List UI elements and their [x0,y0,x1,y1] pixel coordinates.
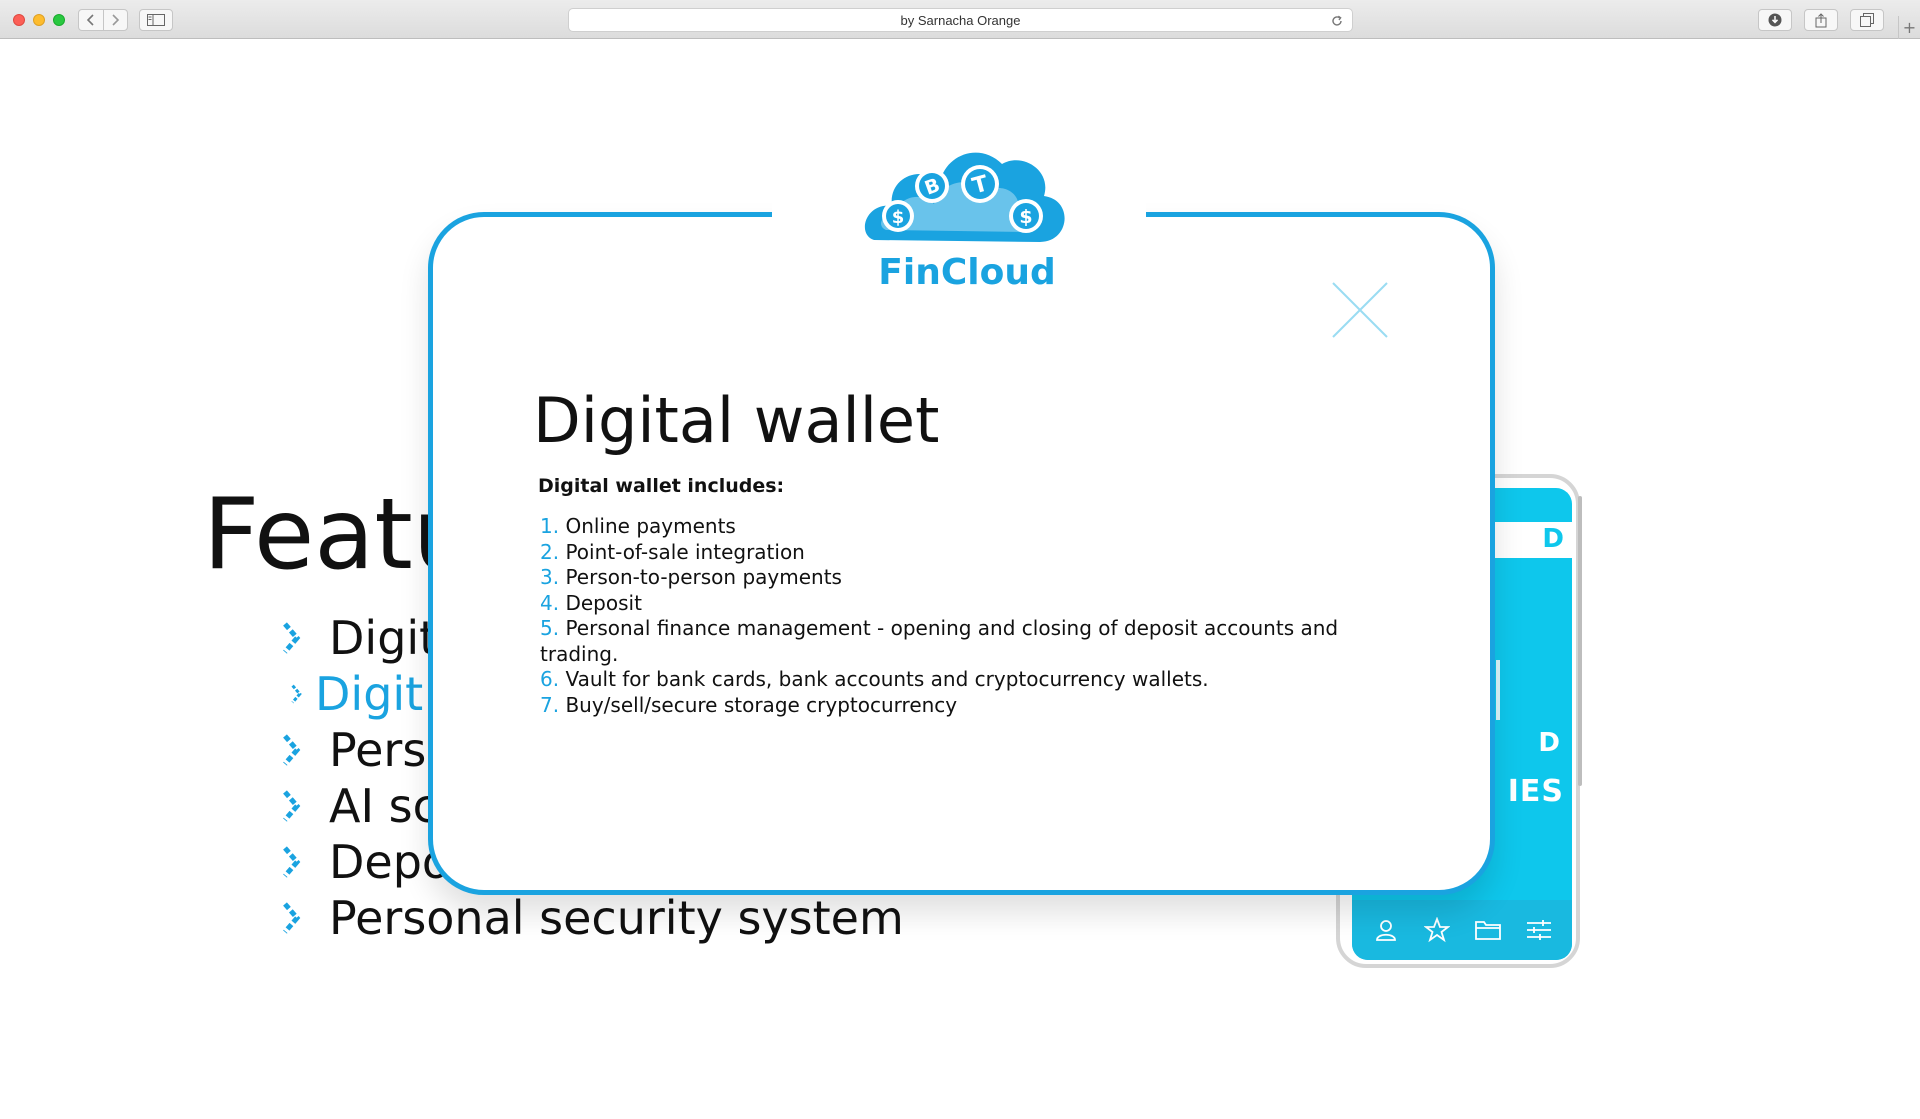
feature-label: Personal security system [329,891,904,945]
chevron-left-icon [86,14,94,26]
phone-caption: IES [1507,774,1564,809]
sidebar-toggle-button[interactable] [139,9,173,31]
list-text: Personal finance management - opening an… [540,616,1339,666]
list-number: 7. [540,692,560,717]
feature-label: Digit [315,667,424,721]
feature-detail-list: 1. Online payments 2. Point-of-sale inte… [540,514,1380,718]
list-text: Person-to-person payments [565,565,842,589]
phone-tab-user[interactable] [1372,916,1400,944]
modal-subtitle: Digital wallet includes: [538,475,785,497]
phone-tab-favorites[interactable] [1423,916,1451,944]
list-item: 4. Deposit [540,591,1380,617]
chevron-right-icon [283,846,301,878]
feature-item[interactable]: Depo [275,834,450,890]
feature-item-active[interactable]: Digit [289,666,423,722]
reload-icon [1332,15,1342,26]
share-button[interactable] [1804,9,1838,31]
feature-label: Digit [329,611,438,665]
reload-button[interactable] [1330,13,1344,32]
fincloud-logo-icon: $ B T $ [864,152,1065,242]
brand-name: FinCloud [878,252,1056,293]
modal-close-button[interactable] [1330,280,1390,340]
address-bar[interactable]: by Sarnacha Orange [568,8,1353,32]
list-text: Deposit [559,590,642,615]
close-icon [1332,282,1388,338]
list-number: 6. [540,667,560,691]
chevron-right-icon [283,790,301,822]
logo-coin-4: $ [1019,206,1032,228]
list-number: 5. [540,616,560,640]
history-nav [78,9,128,31]
list-item: 7. Buy/sell/secure storage cryptocurrenc… [540,693,1380,719]
new-tab-button[interactable]: + [1898,16,1920,39]
star-icon [1423,917,1450,943]
downloads-button[interactable] [1758,9,1792,31]
feature-item[interactable]: Digit [275,610,437,666]
address-bar-text: by Sarnacha Orange [900,12,1021,28]
share-icon [1815,12,1827,27]
sidebar-icon [147,14,165,26]
modal-title: Digital wallet [533,384,940,457]
list-text: Buy/sell/secure storage cryptocurrency [559,692,958,717]
list-item: 6. Vault for bank cards, bank accounts a… [540,667,1380,693]
phone-header-text: D [1542,524,1564,554]
list-item: 3. Person-to-person payments [540,565,1380,591]
phone-scrollbar [1578,496,1582,786]
browser-toolbar: by Sarnacha Orange + [0,0,1920,39]
phone-tab-bar [1352,900,1572,960]
chevron-right-icon [291,684,302,704]
list-text: Point-of-sale integration [565,539,805,564]
tabs-overview-button[interactable] [1850,9,1884,31]
feature-item[interactable]: Personal security system [275,890,904,946]
logo-coin-1: $ [892,207,905,228]
chevron-right-icon [283,902,301,934]
list-item: 5. Personal finance management - opening… [540,616,1380,667]
list-number: 3. [540,565,560,589]
zoom-window-button[interactable] [53,14,65,26]
forward-button[interactable] [102,10,128,30]
chevron-right-icon [283,734,301,766]
phone-tab-folder[interactable] [1474,916,1502,944]
back-button[interactable] [79,10,103,30]
list-item: 2. Point-of-sale integration [540,540,1380,566]
chevron-right-icon [283,622,301,654]
list-text: Vault for bank cards, bank accounts and … [559,667,1209,691]
list-number: 4. [540,590,560,615]
close-window-button[interactable] [13,14,25,26]
chevron-right-icon [112,14,120,26]
minimize-window-button[interactable] [33,14,45,26]
phone-mid-text: D [1538,728,1560,758]
phone-divider [1496,660,1500,720]
download-icon [1768,13,1782,27]
list-text: Online payments [565,514,736,538]
user-icon [1375,920,1396,941]
sliders-icon [1526,920,1551,940]
phone-tab-settings[interactable] [1525,916,1553,944]
list-item: 1. Online payments [540,514,1380,540]
folder-icon [1474,921,1501,940]
tabs-icon [1860,13,1874,27]
list-number: 1. [540,514,560,538]
list-number: 2. [540,539,560,564]
